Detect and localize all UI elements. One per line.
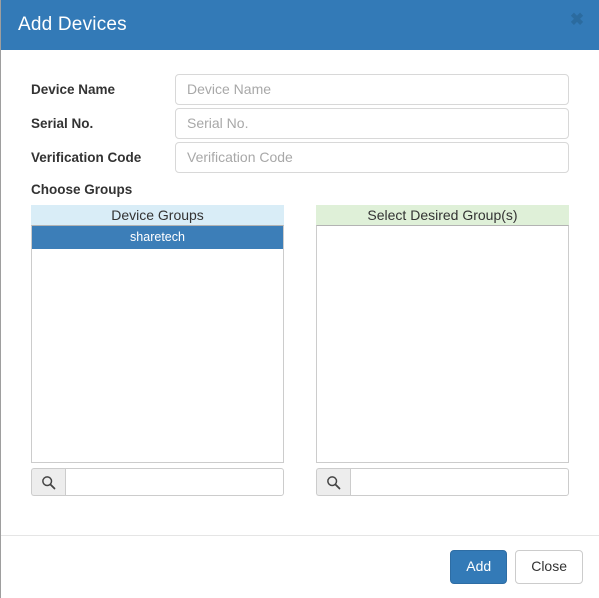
form-row-device-name: Device Name: [31, 72, 569, 106]
form-row-serial-no: Serial No.: [31, 106, 569, 140]
selected-groups-list[interactable]: [316, 225, 569, 463]
available-groups-header: Device Groups: [31, 205, 284, 225]
selected-groups-search-input[interactable]: [350, 468, 569, 496]
form-row-verification-code: Verification Code: [31, 140, 569, 174]
search-icon[interactable]: [316, 468, 350, 496]
close-button[interactable]: Close: [515, 550, 583, 584]
available-groups-search: [31, 468, 284, 496]
selected-groups-column: Select Desired Group(s): [316, 205, 569, 496]
device-form: Device Name Serial No. Verification Code…: [1, 50, 599, 197]
serial-no-label: Serial No.: [31, 115, 94, 131]
add-button[interactable]: Add: [450, 550, 508, 584]
selected-groups-search: [316, 468, 569, 496]
form-row-choose-groups: Choose Groups: [31, 182, 569, 197]
search-icon[interactable]: [31, 468, 65, 496]
list-item[interactable]: sharetech: [32, 226, 283, 249]
dialog-title: Add Devices: [18, 14, 127, 35]
device-name-label: Device Name: [31, 81, 116, 97]
group-picker: Device Groups sharetech Select Desired G…: [1, 197, 599, 496]
close-icon[interactable]: ✖: [568, 11, 586, 29]
selected-groups-header: Select Desired Group(s): [316, 205, 569, 225]
dialog-header: Add Devices ✖: [1, 0, 599, 50]
choose-groups-label: Choose Groups: [31, 182, 133, 197]
verification-code-label: Verification Code: [31, 149, 142, 165]
add-devices-dialog: Add Devices ✖ Device Name Serial No. Ver…: [0, 0, 599, 598]
device-name-input[interactable]: [175, 73, 569, 105]
verification-code-input[interactable]: [175, 141, 569, 173]
serial-no-input[interactable]: [175, 107, 569, 139]
dialog-footer: Add Close: [1, 535, 599, 598]
available-groups-search-input[interactable]: [65, 468, 284, 496]
available-groups-list[interactable]: sharetech: [31, 225, 284, 463]
dialog-body: Device Name Serial No. Verification Code…: [1, 50, 599, 535]
available-groups-column: Device Groups sharetech: [31, 205, 284, 496]
